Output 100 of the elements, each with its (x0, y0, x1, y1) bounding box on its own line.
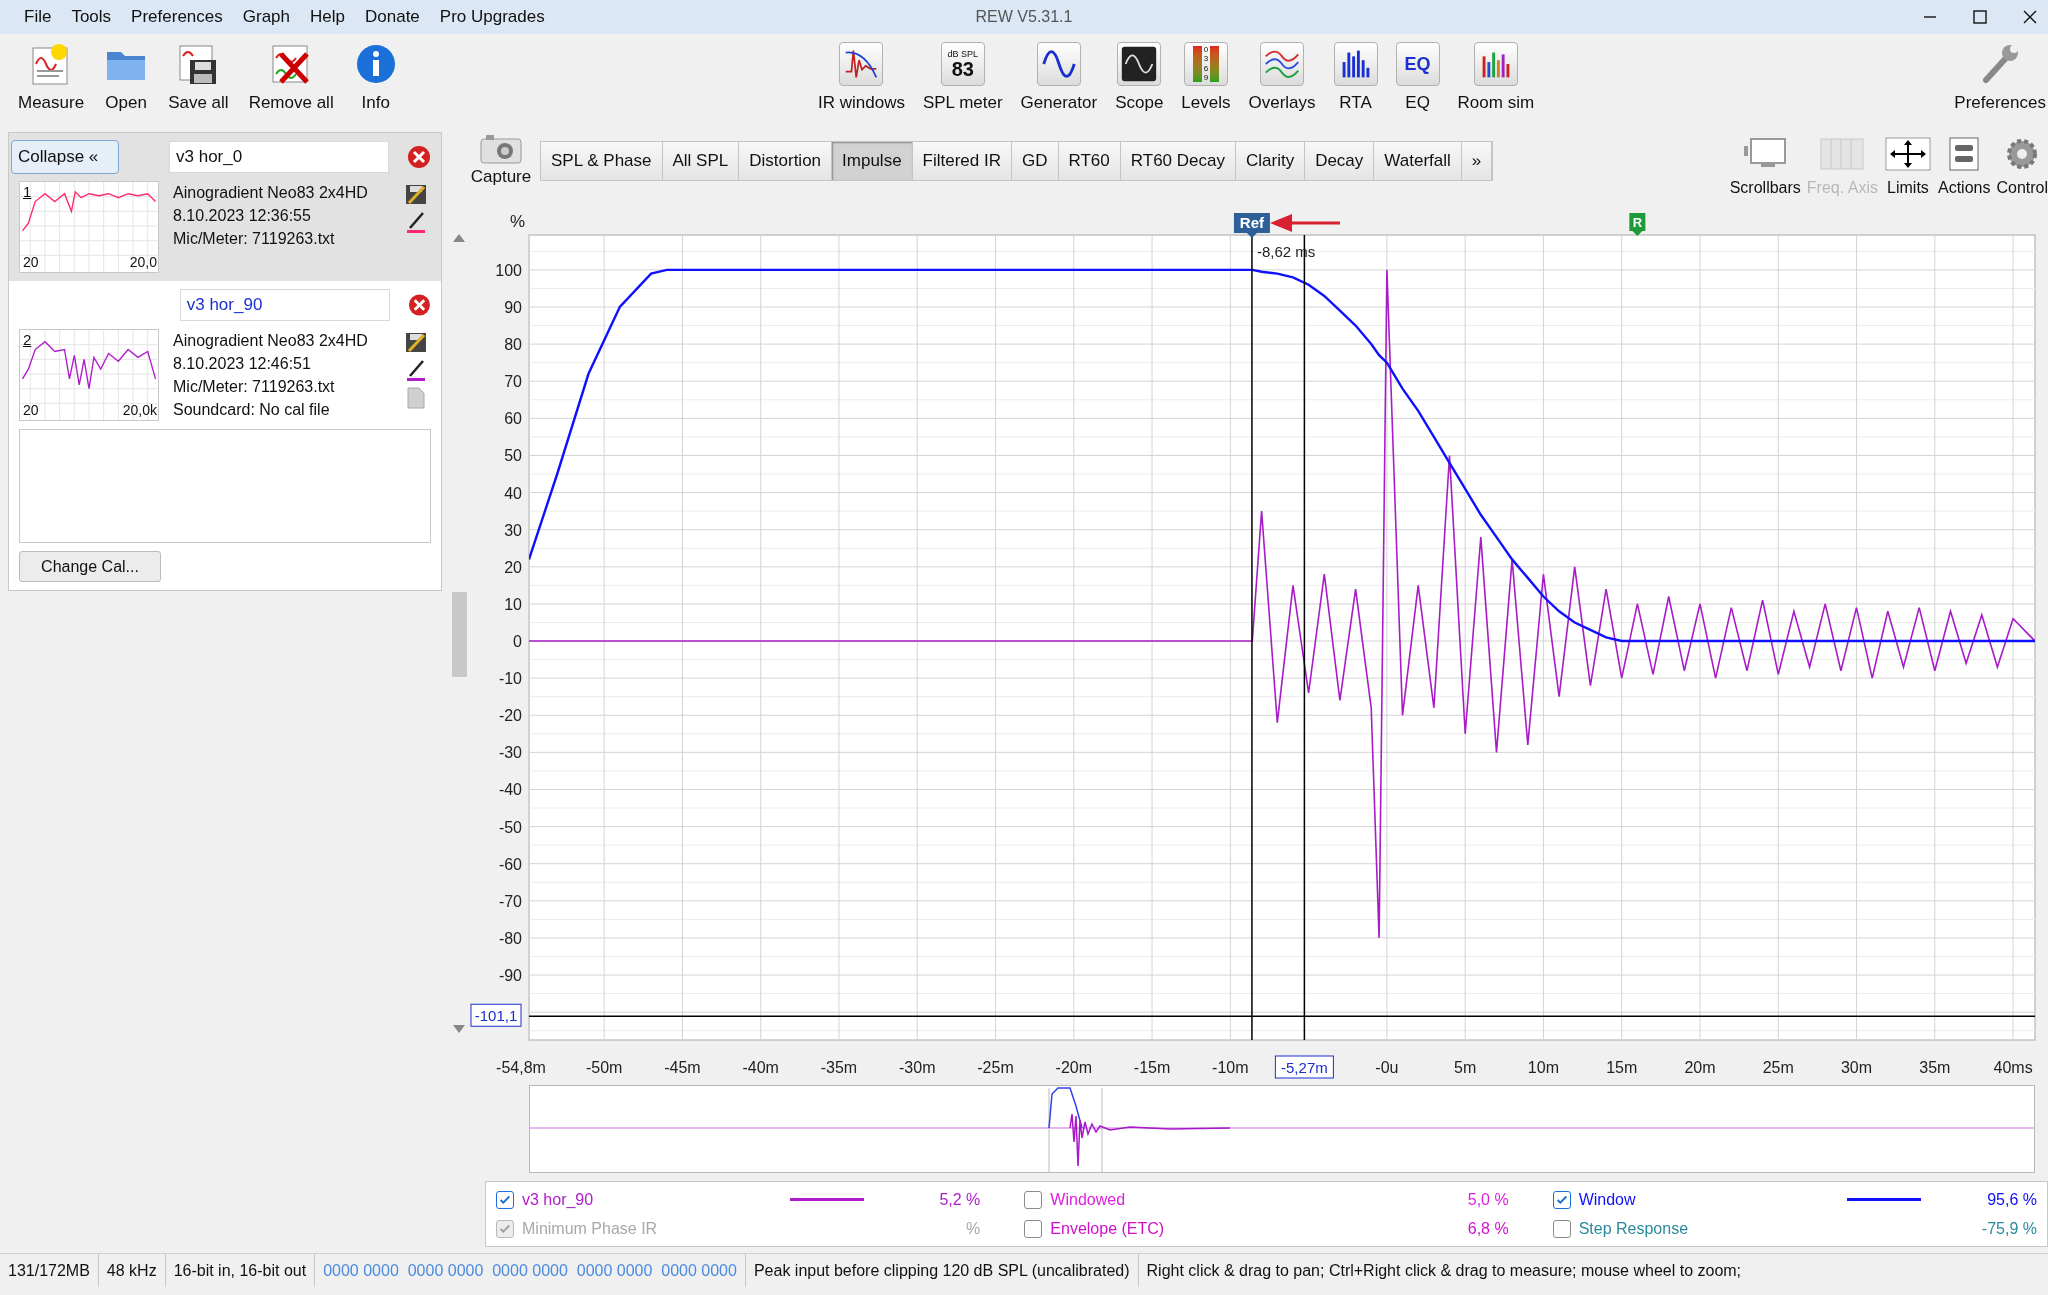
window-title: REW V5.31.1 (975, 7, 1073, 27)
floppy-pencil-icon[interactable] (405, 331, 427, 353)
y-tick-label: 90 (504, 299, 522, 316)
status-text: 131/172MB (0, 1254, 99, 1287)
tab[interactable]: RT60 Decay (1120, 142, 1236, 180)
tab[interactable]: All SPL (662, 142, 740, 180)
toolbar-button[interactable]: RTA (1325, 42, 1386, 116)
tab[interactable]: Waterfall (1374, 142, 1462, 180)
impulse-graph-icon (839, 42, 884, 86)
legend-label: Minimum Phase IR (522, 1218, 659, 1239)
legend-value: 6,8 % (1467, 1218, 1509, 1239)
floppy-pencil-icon[interactable] (405, 183, 427, 205)
notes-field[interactable] (19, 429, 431, 543)
name-field[interactable]: v3 hor_0 (169, 141, 389, 173)
scrollbar-thumb[interactable] (451, 592, 467, 677)
y-tick-label: 100 (495, 261, 522, 279)
toolbar-button[interactable]: Info (345, 42, 406, 116)
scroll-up-icon[interactable] (453, 234, 465, 242)
toolbar-button[interactable]: dB SPL 83 SPL meter (914, 42, 1011, 116)
axis-label: 20 (23, 401, 39, 420)
tab[interactable]: Filtered IR (912, 142, 1012, 180)
name-field[interactable]: v3 hor_90 (179, 289, 391, 321)
y-tick-label: 20 (504, 558, 522, 576)
legend-label: Windowed (1050, 1189, 1127, 1210)
remove-icon[interactable] (407, 145, 431, 169)
tab[interactable]: » (1461, 142, 1493, 180)
checkbox[interactable] (1024, 1219, 1043, 1238)
legend-value: 95,6 % (1987, 1189, 2037, 1210)
toolbar-button[interactable]: Save all (160, 42, 237, 116)
toolbar-button[interactable]: Room sim (1449, 42, 1543, 116)
oscilloscope-icon (1117, 42, 1162, 86)
x-tick-label: -35m (820, 1059, 858, 1076)
checkbox[interactable] (1552, 1190, 1571, 1209)
legend-label: v3 hor_90 (522, 1189, 595, 1210)
x-tick-label: 15m (1606, 1059, 1638, 1076)
colored-bars-icon (1473, 42, 1518, 86)
tab[interactable]: RT60 (1058, 142, 1121, 180)
x-tick-label: -20m (1055, 1059, 1092, 1076)
tab[interactable]: Impulse (832, 142, 913, 180)
measurement-detail: 8.10.2023 12:36:55 (173, 206, 312, 226)
camera-icon (480, 134, 522, 164)
legend-label: Envelope (ETC) (1050, 1218, 1166, 1239)
graph-tool-button[interactable]: Control (1996, 136, 2048, 200)
tab[interactable]: Distortion (739, 142, 833, 180)
trace-number: 2 (23, 330, 32, 350)
measurement-detail: Mic/Meter: 7119263.txt (173, 229, 336, 249)
menu-item[interactable]: Pro Upgrades (429, 4, 555, 30)
toolbar-button[interactable]: IR windows (810, 42, 913, 116)
checkbox[interactable] (1552, 1219, 1571, 1238)
input-bits: 0000 0000 0000 0000 0000 0000 0000 0000 0000 0000 (315, 1254, 746, 1287)
tab[interactable]: GD (1012, 142, 1059, 180)
y-tick-label: 30 (504, 521, 522, 539)
scale-digit: 3 (1203, 55, 1209, 64)
toolbar-button[interactable]: EQ EQ (1387, 42, 1448, 116)
y-tick-label: 70 (504, 373, 522, 391)
toolbar-button[interactable]: Preferences (1954, 42, 2048, 116)
graph-tool-button[interactable]: Actions (1937, 136, 1991, 200)
toolbar-button[interactable]: Generator (1012, 42, 1106, 116)
measurement-detail: Soundcard: No cal file (173, 400, 331, 420)
tab[interactable]: Clarity (1235, 142, 1306, 180)
y-tick-label: -60 (498, 855, 522, 873)
maximize-icon[interactable] (1972, 9, 1988, 25)
legend-label: Window (1578, 1189, 1637, 1210)
checkbox[interactable] (1024, 1190, 1043, 1209)
icon-reading: 83 (951, 58, 974, 79)
toolbar-button[interactable]: Remove all (240, 42, 342, 116)
menu-item[interactable]: Preferences (121, 4, 233, 30)
checkbox[interactable] (496, 1190, 514, 1209)
menu-item[interactable]: Tools (61, 4, 122, 30)
measurement-detail: Ainogradient Neo83 2x4HD (173, 183, 369, 203)
menu-item[interactable]: Donate (355, 4, 430, 30)
capture-button[interactable]: Capture (470, 130, 532, 190)
scale-digit: 0 (1203, 46, 1209, 54)
toolbar-button[interactable]: 0 3 6 9 Levels (1173, 42, 1239, 116)
measurement-detail: 8.10.2023 12:46:51 (173, 354, 312, 374)
pointer-arrow (1270, 214, 1340, 232)
tab[interactable]: SPL & Phase (541, 142, 663, 180)
menu-item[interactable]: Graph (232, 4, 300, 30)
measurement-card[interactable]: Collapse « v3 hor_0 1 20 20,0 Ainogradient Neo83 2x4HD 8.10.2023 12:36:55 Mic/Meter: 7119263.txt (9, 133, 441, 281)
x-tick-label: -0u (1375, 1059, 1399, 1076)
toolbar-button[interactable]: Measure (10, 42, 93, 116)
menu-item[interactable]: Help (300, 4, 355, 30)
bar-chart-icon (1333, 42, 1378, 86)
remove-icon[interactable] (408, 293, 431, 317)
menu-item[interactable]: File (14, 4, 62, 30)
x-tick-label: 25m (1762, 1059, 1794, 1076)
change-cal-button[interactable]: Change Cal... (19, 551, 161, 582)
close-icon[interactable] (2022, 9, 2038, 25)
toolbar-button[interactable]: Scope (1107, 42, 1172, 116)
collapse-button[interactable]: Collapse « (11, 140, 119, 174)
y-tick-label: 60 (504, 410, 522, 428)
toolbar-button[interactable]: Overlays (1240, 42, 1324, 116)
status-text: 48 kHz (98, 1254, 166, 1287)
scroll-down-icon[interactable] (453, 1025, 465, 1033)
cursor-readout: -101,1 (470, 1003, 522, 1027)
tab[interactable]: Decay (1305, 142, 1375, 180)
graph-tool-button[interactable]: Scrollbars (1729, 136, 1801, 200)
grid-icon (1818, 136, 1867, 172)
toolbar-button[interactable]: Open (96, 42, 157, 116)
graph-tool-button[interactable]: Limits (1883, 136, 1932, 200)
